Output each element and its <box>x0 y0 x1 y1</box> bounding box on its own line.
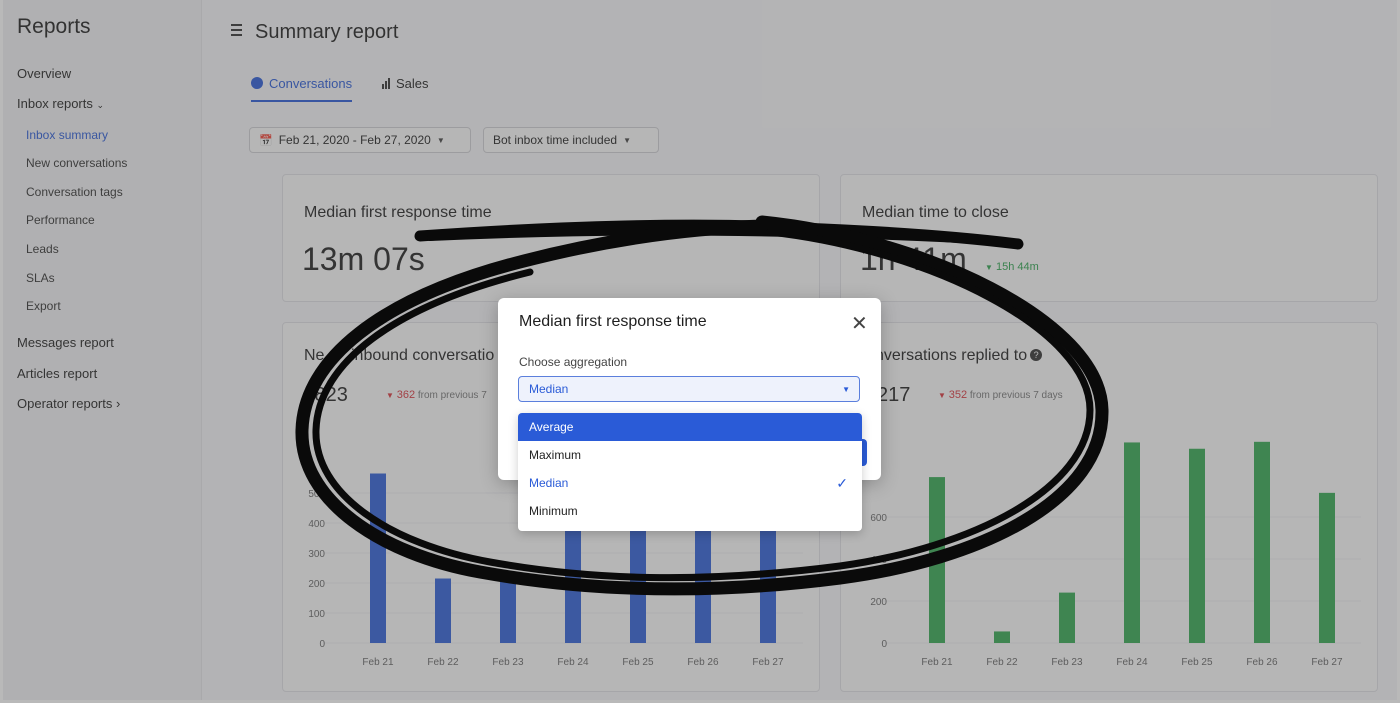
scribble-annotation <box>295 215 1109 596</box>
